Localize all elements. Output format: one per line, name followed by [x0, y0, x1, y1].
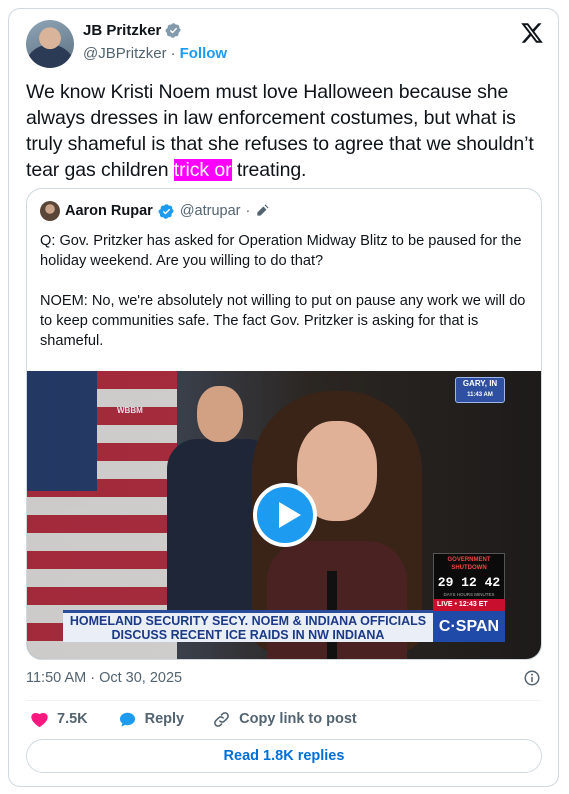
author-avatar[interactable] — [26, 20, 74, 68]
separator-dot: · — [245, 203, 251, 219]
location-line1: GARY, IN — [462, 379, 498, 388]
location-line2: 11:43 AM — [467, 392, 493, 398]
shutdown-numbers: 29 12 42 — [437, 575, 501, 590]
highlighted-text: trick or — [173, 159, 232, 181]
live-indicator: LIVE • 12:43 ET — [433, 599, 505, 611]
tweet-text: We know Kristi Noem must love Halloween … — [26, 79, 546, 183]
copy-link-button[interactable]: Copy link to post — [212, 710, 357, 729]
author-name[interactable]: JB Pritzker — [83, 22, 161, 39]
like-button[interactable]: 7.5K — [30, 710, 88, 729]
quoted-tweet[interactable]: Aaron Rupar @atrupar · Q: Gov. Pritzker … — [26, 188, 542, 660]
post-timestamp[interactable]: 11:50 AM · Oct 30, 2025 — [26, 670, 182, 686]
shutdown-label: GOVERNMENT SHUTDOWN — [447, 557, 491, 571]
action-bar: 7.5K Reply Copy link to post — [26, 709, 357, 729]
copy-link-label: Copy link to post — [239, 711, 357, 727]
reply-bubble-icon — [119, 712, 135, 727]
quote-body: Q: Gov. Pritzker has asked for Operation… — [40, 233, 526, 349]
info-icon[interactable] — [523, 669, 541, 687]
caption-line1: HOMELAND SECURITY SECY. NOEM & INDIANA O… — [69, 614, 427, 628]
follow-button[interactable]: Follow — [180, 45, 228, 62]
read-replies-button[interactable]: Read 1.8K replies — [26, 739, 542, 773]
station-label: WBBM — [117, 406, 143, 415]
author-handle[interactable]: @JBPritzker — [83, 45, 167, 62]
video-thumbnail[interactable]: WBBM GARY, IN 11:43 AM GOVERNMENT SHUTDO… — [27, 371, 541, 659]
reply-label: Reply — [144, 711, 185, 727]
author-handle-row: @JBPritzker · Follow — [83, 45, 227, 62]
divider — [26, 700, 541, 701]
author-name-row: JB Pritzker — [83, 22, 182, 39]
cspan-logo: C·SPAN — [433, 611, 505, 642]
x-logo-icon[interactable] — [520, 21, 544, 45]
shutdown-counter: GOVERNMENT SHUTDOWN 29 12 42 DAYS HOURS … — [433, 553, 505, 605]
shutdown-units: DAYS HOURS MINUTES — [443, 592, 495, 597]
quote-header: Aaron Rupar @atrupar · — [40, 201, 269, 221]
tweet-card: JB Pritzker @JBPritzker · Follow We know… — [8, 8, 559, 787]
quote-avatar[interactable] — [40, 201, 60, 221]
lower-third-caption: HOMELAND SECURITY SECY. NOEM & INDIANA O… — [63, 610, 433, 642]
like-count: 7.5K — [57, 711, 88, 727]
tweet-text-part: treating. — [231, 159, 307, 181]
edited-pencil-icon — [257, 204, 269, 216]
location-bug: GARY, IN 11:43 AM — [455, 377, 505, 403]
verified-gray-badge-icon — [165, 23, 182, 38]
verified-blue-badge-icon — [158, 203, 174, 219]
heart-icon — [31, 712, 48, 727]
reply-button[interactable]: Reply — [118, 710, 185, 729]
caption-line2: DISCUSS RECENT ICE RAIDS IN NW INDIANA — [111, 628, 385, 642]
link-icon — [214, 711, 230, 727]
quote-author-name[interactable]: Aaron Rupar — [65, 203, 153, 219]
separator-dot: · — [170, 45, 176, 62]
quote-author-handle[interactable]: @atrupar — [180, 203, 241, 219]
play-button-icon[interactable] — [253, 483, 317, 547]
